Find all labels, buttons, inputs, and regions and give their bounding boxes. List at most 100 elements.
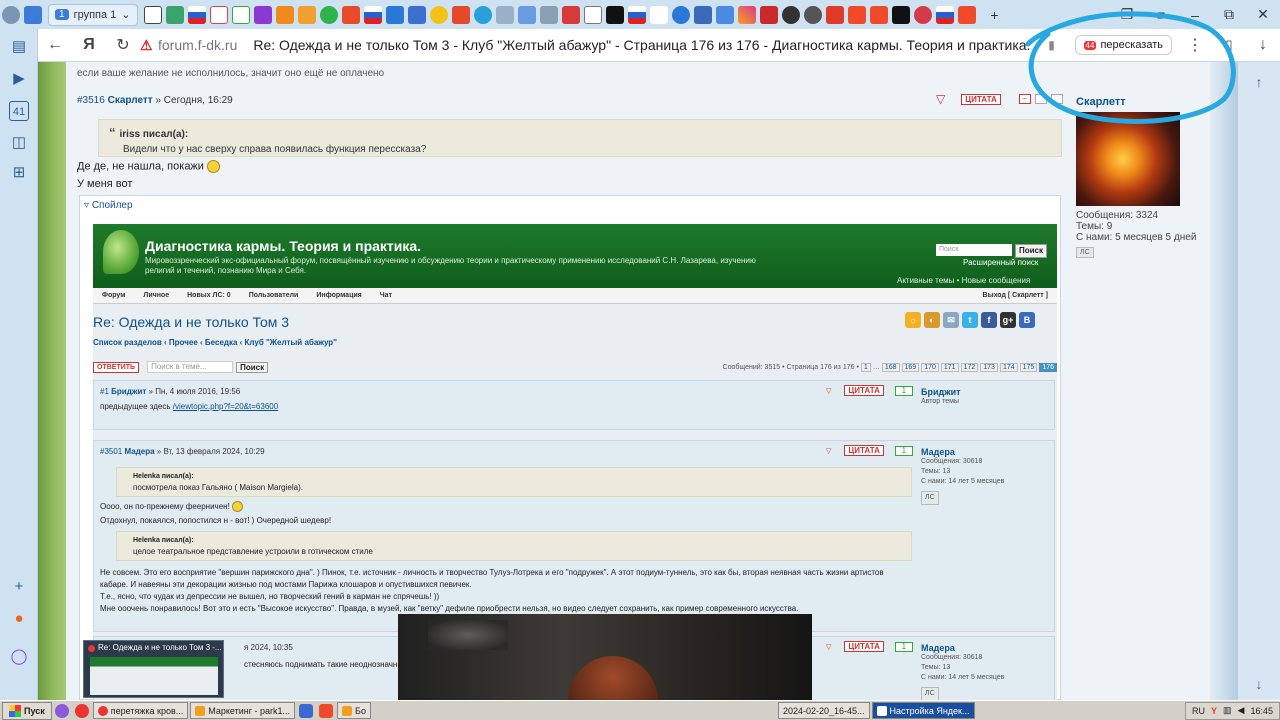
tray-volume-icon[interactable]: ◀ — [1238, 705, 1245, 716]
tray-yandex-icon[interactable]: Y — [1211, 706, 1217, 716]
alice-icon[interactable]: ◯ — [9, 647, 29, 667]
tab-clock-icon[interactable] — [781, 5, 800, 24]
inner-topic-title: Re: Одежда и не только Том 3 — [93, 314, 290, 330]
warning-icon[interactable]: ⚠ — [140, 37, 158, 54]
tab-whatsapp-icon[interactable] — [319, 5, 338, 24]
tab-orange-icon[interactable] — [275, 5, 294, 24]
tab-flag-icon-2[interactable] — [363, 5, 382, 24]
down-arrow-icon[interactable]: ↓ — [1249, 676, 1269, 692]
inner-post-1-header: #1 Бриджит » Пн, 4 июля 2016, 19:56 — [100, 387, 240, 396]
play-icon[interactable]: ▶ — [9, 69, 29, 89]
sidebar-counter[interactable]: 41 — [9, 101, 29, 121]
tab-blue-icon-4[interactable] — [715, 5, 734, 24]
post-number[interactable]: #3516 — [77, 95, 105, 106]
inner-post-1-link: /viewtopic.php?f=20&t=63600 — [172, 402, 279, 411]
tab-orange-icon-2[interactable] — [297, 5, 316, 24]
tab-instagram-icon[interactable] — [737, 5, 756, 24]
speaker-tab-icon[interactable] — [24, 5, 42, 24]
profile-icon[interactable] — [2, 5, 20, 24]
tab-blue-icon[interactable] — [385, 5, 404, 24]
tab-flag-icon[interactable] — [187, 5, 206, 24]
clock[interactable]: 16:45 — [1250, 706, 1273, 716]
pm-button[interactable]: ЛС — [1076, 247, 1094, 258]
tab-yellow-icon[interactable] — [429, 5, 448, 24]
add-icon[interactable]: + — [9, 577, 29, 597]
smiley-icon — [207, 160, 220, 173]
spoiler-toggle[interactable]: ▿ Спойлер — [84, 200, 133, 211]
collections-icon[interactable]: ▤ — [9, 37, 29, 57]
download-icon[interactable]: ↓ — [1246, 36, 1280, 54]
orange-app-icon[interactable]: ● — [9, 609, 29, 629]
tab-red-icon-2[interactable] — [561, 5, 580, 24]
inner-breadcrumb: Список разделов ‹ Прочее ‹ Беседка ‹ Клу… — [93, 338, 337, 347]
report-icon[interactable]: ▽ — [936, 92, 945, 106]
taskbar-task-4[interactable]: 2024-02-20_16-45... — [777, 702, 870, 719]
taskbar-thumbnail[interactable]: Re: Одежда и не только Том 3 -... — [83, 640, 224, 698]
taskbar-task-1[interactable]: перетяжка кров... — [92, 702, 189, 719]
tray-network-icon[interactable]: ▥ — [1223, 705, 1232, 716]
tab-purple-icon[interactable] — [253, 5, 272, 24]
taskbar: Пуск перетяжка кров... Маркетинг - park1… — [0, 700, 1280, 720]
tab-tiktok-icon[interactable] — [605, 5, 624, 24]
tab-doc-icon[interactable] — [583, 5, 602, 24]
tab-group[interactable]: 1 группа 1 ⌄ — [48, 3, 138, 26]
inner-nav-info: Информация — [316, 292, 362, 299]
camera-icon[interactable]: ◫ — [9, 133, 29, 153]
yandex-taskbar-icon[interactable] — [74, 703, 89, 718]
inner-nav-exit: Выход [ Скарлетт ] — [982, 292, 1048, 299]
inner-q2-author: Helenka писал(а): — [133, 537, 194, 544]
taskbar-task-2[interactable]: Маркетинг - park1... — [190, 702, 296, 719]
inner-page-170: 170 — [921, 362, 939, 372]
tab-bag-icon[interactable] — [451, 5, 470, 24]
tab-flag-icon-4[interactable] — [935, 5, 954, 24]
post-quote: iriss писал(а): Видели что у нас сверху … — [98, 119, 1062, 157]
language-indicator[interactable]: RU — [1192, 706, 1205, 716]
alice-taskbar-icon[interactable] — [54, 703, 69, 718]
tab-flag-icon-3[interactable] — [627, 5, 646, 24]
taskbar-task-3[interactable]: Бо — [337, 702, 371, 719]
url-domain[interactable]: forum.f-dk.ru — [158, 37, 237, 53]
post-author[interactable]: Скарлетт — [108, 95, 153, 106]
tab-red-icon-5[interactable] — [913, 5, 932, 24]
tab-speaker-icon[interactable] — [495, 5, 514, 24]
tab-red-icon-3[interactable] — [759, 5, 778, 24]
tab-gray-icon[interactable] — [539, 5, 558, 24]
tab-telegram-icon[interactable] — [473, 5, 492, 24]
tab-r-icon[interactable] — [891, 5, 910, 24]
yandex-logo-icon[interactable]: Я — [72, 36, 106, 54]
close-icon[interactable]: ✕ — [1246, 6, 1280, 23]
inner-site-header: Диагностика кармы. Теория и практика. Ми… — [93, 224, 1057, 288]
tab-green-icon[interactable] — [165, 5, 184, 24]
tab-red-icon[interactable] — [341, 5, 360, 24]
back-icon[interactable]: ← — [38, 36, 72, 54]
tab-red-icon-4[interactable] — [825, 5, 844, 24]
tab-yandex-icon[interactable] — [847, 5, 866, 24]
tab-yandex-icon-2[interactable] — [869, 5, 888, 24]
tab-blue-icon-2[interactable] — [407, 5, 426, 24]
reload-icon[interactable]: ↻ — [106, 35, 140, 55]
tab-active-download-icon[interactable] — [231, 5, 250, 24]
tab-s-icon[interactable] — [143, 5, 162, 24]
up-arrow-icon[interactable]: ↑ — [1249, 74, 1269, 90]
inner-action-bar: ОТВЕТИТЬ Поиск в теме... Поиск Сообщений… — [93, 360, 1057, 374]
yandex-taskbar-icon-2[interactable] — [319, 703, 334, 718]
chevron-down-icon[interactable]: ⌄ — [121, 8, 130, 21]
inner-vk-icon: B — [1019, 312, 1035, 328]
apps-grid-icon[interactable]: ⊞ — [9, 163, 29, 183]
tab-white-icon[interactable] — [649, 5, 668, 24]
tab-blue-icon-3[interactable] — [517, 5, 536, 24]
tab-vk-icon[interactable] — [693, 5, 712, 24]
start-button[interactable]: Пуск — [2, 701, 52, 720]
inner-post-2-paragraph: Не совсем. Это его восприятие "вершин па… — [100, 567, 900, 615]
tab-gear-icon[interactable] — [803, 5, 822, 24]
tab-p-icon[interactable] — [671, 5, 690, 24]
task-1-icon — [97, 705, 108, 716]
shield-icon[interactable] — [299, 703, 314, 718]
post-line-1: Де де, не нашла, покажи — [77, 160, 220, 173]
url-page-title[interactable]: Re: Одежда и не только Том 3 - Клуб "Жел… — [253, 37, 1034, 53]
taskbar-task-5[interactable]: Настройка Яндек... — [871, 702, 975, 719]
tab-gmail-icon[interactable] — [209, 5, 228, 24]
new-tab-icon[interactable]: + — [978, 7, 1012, 23]
tab-yandex-icon-3[interactable] — [957, 5, 976, 24]
cite-button[interactable]: ЦИТАТА — [961, 93, 1001, 105]
